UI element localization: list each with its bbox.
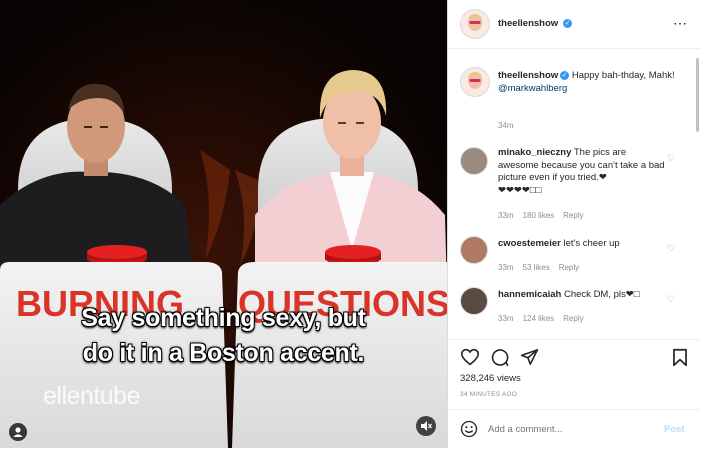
comment-text: let's cheer up xyxy=(563,238,620,249)
comment-item: hannemicaiah Check DM, pls❤□ xyxy=(498,289,668,302)
caption-username[interactable]: theellenshow xyxy=(498,70,558,81)
comment-username[interactable]: cwoestemeier xyxy=(498,238,561,249)
post-header: theellenshow ✓ ⋯ xyxy=(448,0,701,49)
ellipsis-icon[interactable]: ⋯ xyxy=(673,16,687,30)
post-timestamp: 34 MINUTES AGO xyxy=(460,391,517,398)
comment-icon[interactable] xyxy=(490,348,509,372)
post-details-panel: theellenshow ✓ ⋯ theellenshow ✓ Happy bah… xyxy=(447,0,701,448)
caption-time: 34m xyxy=(498,121,514,130)
avatar[interactable] xyxy=(460,9,490,39)
share-icon[interactable] xyxy=(520,348,539,371)
comment-meta: 33m 53 likes Reply xyxy=(498,263,588,272)
caption-comment: theellenshow ✓ Happy bah-thday, Mahk! @ma… xyxy=(498,70,688,95)
mute-icon[interactable] xyxy=(416,416,436,436)
verified-badge-icon: ✓ xyxy=(563,19,572,28)
comment-text: Check DM, pls❤□ xyxy=(564,289,640,300)
emoji-icon[interactable] xyxy=(460,420,478,443)
avatar[interactable] xyxy=(460,147,488,175)
tagged-people-icon[interactable] xyxy=(9,423,27,441)
comment-likes[interactable]: 180 likes xyxy=(523,211,555,220)
comment-meta: 33m 124 likes Reply xyxy=(498,314,593,323)
comment-text-continued: ❤❤❤❤□□ xyxy=(498,184,542,196)
avatar[interactable] xyxy=(460,67,490,97)
comment-input[interactable] xyxy=(488,421,648,437)
post-comment-button[interactable]: Post xyxy=(664,424,685,435)
video-frame: BURNING QUESTIONS xyxy=(0,0,447,448)
video-caption-line-1: Say something sexy, but xyxy=(81,304,366,332)
save-bookmark-icon[interactable] xyxy=(672,348,688,372)
avatar[interactable] xyxy=(460,236,488,264)
comments-list[interactable]: theellenshow ✓ Happy bah-thday, Mahk! @ma… xyxy=(448,49,701,339)
view-count[interactable]: 328,246 views xyxy=(460,373,521,384)
like-comment-heart-icon[interactable]: ♡ xyxy=(667,243,675,254)
reply-button[interactable]: Reply xyxy=(563,211,583,220)
caption-text: Happy bah-thday, Mahk! xyxy=(571,70,675,81)
ellentube-watermark: ellentube xyxy=(43,382,140,410)
scrollbar[interactable] xyxy=(696,58,699,132)
post-video[interactable]: BURNING QUESTIONS Say something sexy, bu… xyxy=(0,0,447,448)
reply-button[interactable]: Reply xyxy=(559,263,579,272)
comment-item: minako_nieczny The pics are awesome beca… xyxy=(498,147,668,197)
video-caption-line-2: do it in a Boston accent. xyxy=(82,339,365,367)
comment-username[interactable]: minako_nieczny xyxy=(498,147,571,158)
comment-time: 33m xyxy=(498,211,514,220)
reply-button[interactable]: Reply xyxy=(563,314,583,323)
comment-likes[interactable]: 124 likes xyxy=(523,314,555,323)
add-comment-bar: Post xyxy=(448,409,701,449)
comment-meta: 33m 180 likes Reply xyxy=(498,211,593,220)
avatar[interactable] xyxy=(460,287,488,315)
comment-time: 33m xyxy=(498,314,514,323)
comment-username[interactable]: hannemicaiah xyxy=(498,289,561,300)
comment-item: cwoestemeier let's cheer up xyxy=(498,238,668,251)
like-comment-heart-icon[interactable]: ♡ xyxy=(667,153,675,164)
comment-likes[interactable]: 53 likes xyxy=(523,263,550,272)
like-comment-heart-icon[interactable]: ♡ xyxy=(667,294,675,305)
comment-time: 33m xyxy=(498,263,514,272)
like-heart-icon[interactable] xyxy=(460,348,480,371)
header-username[interactable]: theellenshow xyxy=(498,18,558,29)
mention-link[interactable]: @markwahlberg xyxy=(498,83,567,94)
verified-badge-icon: ✓ xyxy=(560,70,570,80)
